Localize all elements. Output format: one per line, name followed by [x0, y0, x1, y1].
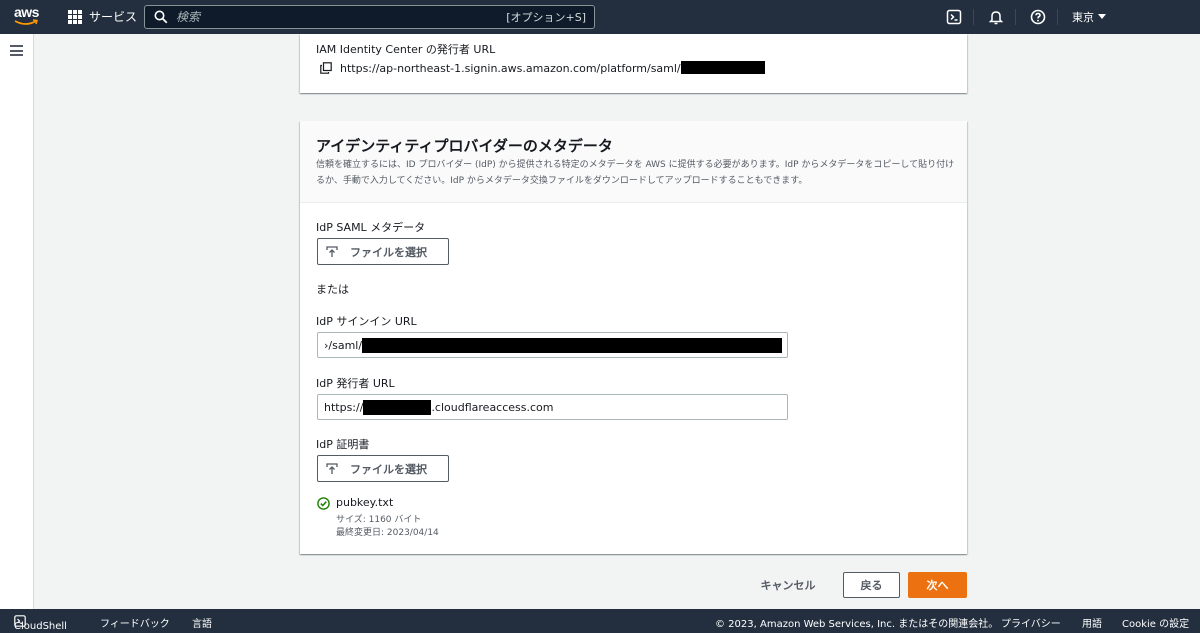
redaction-bar — [363, 399, 432, 415]
services-menu-button[interactable]: サービス — [68, 8, 137, 25]
signin-url-value: ›/saml/ — [324, 338, 363, 352]
uploaded-file-modified: 最終変更日: 2023/04/14 — [336, 528, 439, 538]
services-label: サービス — [89, 10, 138, 24]
footer-cloudshell-button[interactable]: CloudShell — [14, 615, 67, 632]
nav-separator — [973, 9, 974, 25]
bell-icon[interactable] — [988, 9, 1004, 25]
saml-metadata-file-button[interactable]: ファイルを選択 — [317, 238, 449, 265]
or-label: または — [316, 283, 349, 296]
aws-logo[interactable]: aws — [14, 5, 44, 29]
upload-icon — [326, 462, 338, 474]
copy-icon[interactable] — [320, 62, 332, 74]
saml-metadata-label: IdP SAML メタデータ — [316, 221, 426, 234]
region-selector[interactable]: 東京 — [1072, 9, 1106, 25]
cancel-button[interactable]: キャンセル — [750, 573, 826, 597]
region-label: 東京 — [1072, 11, 1094, 24]
search-shortcut-hint: [オプション+S] — [506, 11, 586, 24]
panel-title: アイデンティティプロバイダーのメタデータ — [316, 137, 613, 155]
issuer-url-panel: IAM Identity Center の発行者 URL https://ap-… — [300, 34, 967, 93]
next-button[interactable]: 次へ — [908, 572, 967, 598]
signin-url-input[interactable]: ›/saml/ — [317, 332, 788, 358]
footer-privacy-link[interactable]: プライバシー — [1001, 615, 1061, 630]
idp-metadata-panel: アイデンティティプロバイダーのメタデータ 信頼を確立するには、ID プロバイダー… — [300, 121, 967, 554]
side-navigation-rail — [0, 34, 34, 609]
footer-feedback-link[interactable]: フィードバック — [100, 615, 170, 630]
file-button-label: ファイルを選択 — [350, 462, 427, 476]
aws-logo-text: aws — [14, 4, 39, 20]
certificate-file-button[interactable]: ファイルを選択 — [317, 455, 449, 482]
footer-language-link[interactable]: 言語 — [192, 615, 212, 630]
redaction-bar — [680, 61, 765, 74]
caret-down-icon — [1098, 14, 1106, 19]
upload-icon — [326, 245, 338, 257]
back-button[interactable]: 戻る — [843, 572, 900, 598]
file-button-label: ファイルを選択 — [350, 245, 427, 259]
issuer-url-prefix: https:// — [324, 400, 364, 414]
footer-copyright: © 2023, Amazon Web Services, Inc. またはその関… — [715, 619, 999, 630]
footer-terms-link[interactable]: 用語 — [1082, 615, 1102, 630]
panel-description: 信頼を確立するには、ID プロバイダー (IdP) から提供される特定のメタデー… — [316, 160, 955, 186]
footer: CloudShell フィードバック 言語 © 2023, Amazon Web… — [0, 609, 1200, 633]
redaction-bar — [362, 337, 783, 353]
cloudshell-icon[interactable] — [946, 9, 962, 25]
nav-separator — [1015, 9, 1016, 25]
menu-icon[interactable] — [10, 45, 23, 56]
success-check-icon — [317, 497, 330, 510]
search-input[interactable] — [176, 10, 507, 24]
signin-url-label: IdP サインイン URL — [316, 315, 417, 328]
issuer-url-row: https://ap-northeast-1.signin.aws.amazon… — [320, 61, 765, 75]
aws-smile-icon — [14, 19, 38, 25]
uploaded-file-name: pubkey.txt — [336, 496, 394, 509]
issuer-url-label: IAM Identity Center の発行者 URL — [316, 43, 496, 56]
certificate-label: IdP 証明書 — [316, 438, 370, 451]
search-bar[interactable]: [オプション+S] — [144, 5, 595, 29]
issuer-url-input[interactable]: https:// .cloudflareaccess.com — [317, 394, 788, 420]
issuer-url-value: https://ap-northeast-1.signin.aws.amazon… — [340, 61, 765, 75]
footer-cookie-settings-link[interactable]: Cookie の設定 — [1122, 615, 1189, 630]
nav-separator — [1057, 9, 1058, 25]
panel-header: アイデンティティプロバイダーのメタデータ 信頼を確立するには、ID プロバイダー… — [300, 121, 967, 203]
cloudshell-label: CloudShell — [14, 621, 67, 632]
issuer-url-suffix: .cloudflareaccess.com — [431, 400, 554, 414]
help-icon[interactable] — [1030, 9, 1046, 25]
top-navigation: aws サービス [オプション+S] 東京 — [0, 0, 1200, 34]
search-icon — [154, 10, 168, 24]
uploaded-file-size: サイズ: 1160 バイト — [336, 515, 422, 525]
grid-icon — [68, 9, 82, 24]
issuer-url-text: https://ap-northeast-1.signin.aws.amazon… — [340, 62, 681, 75]
issuer-url-input-label: IdP 発行者 URL — [316, 377, 395, 390]
